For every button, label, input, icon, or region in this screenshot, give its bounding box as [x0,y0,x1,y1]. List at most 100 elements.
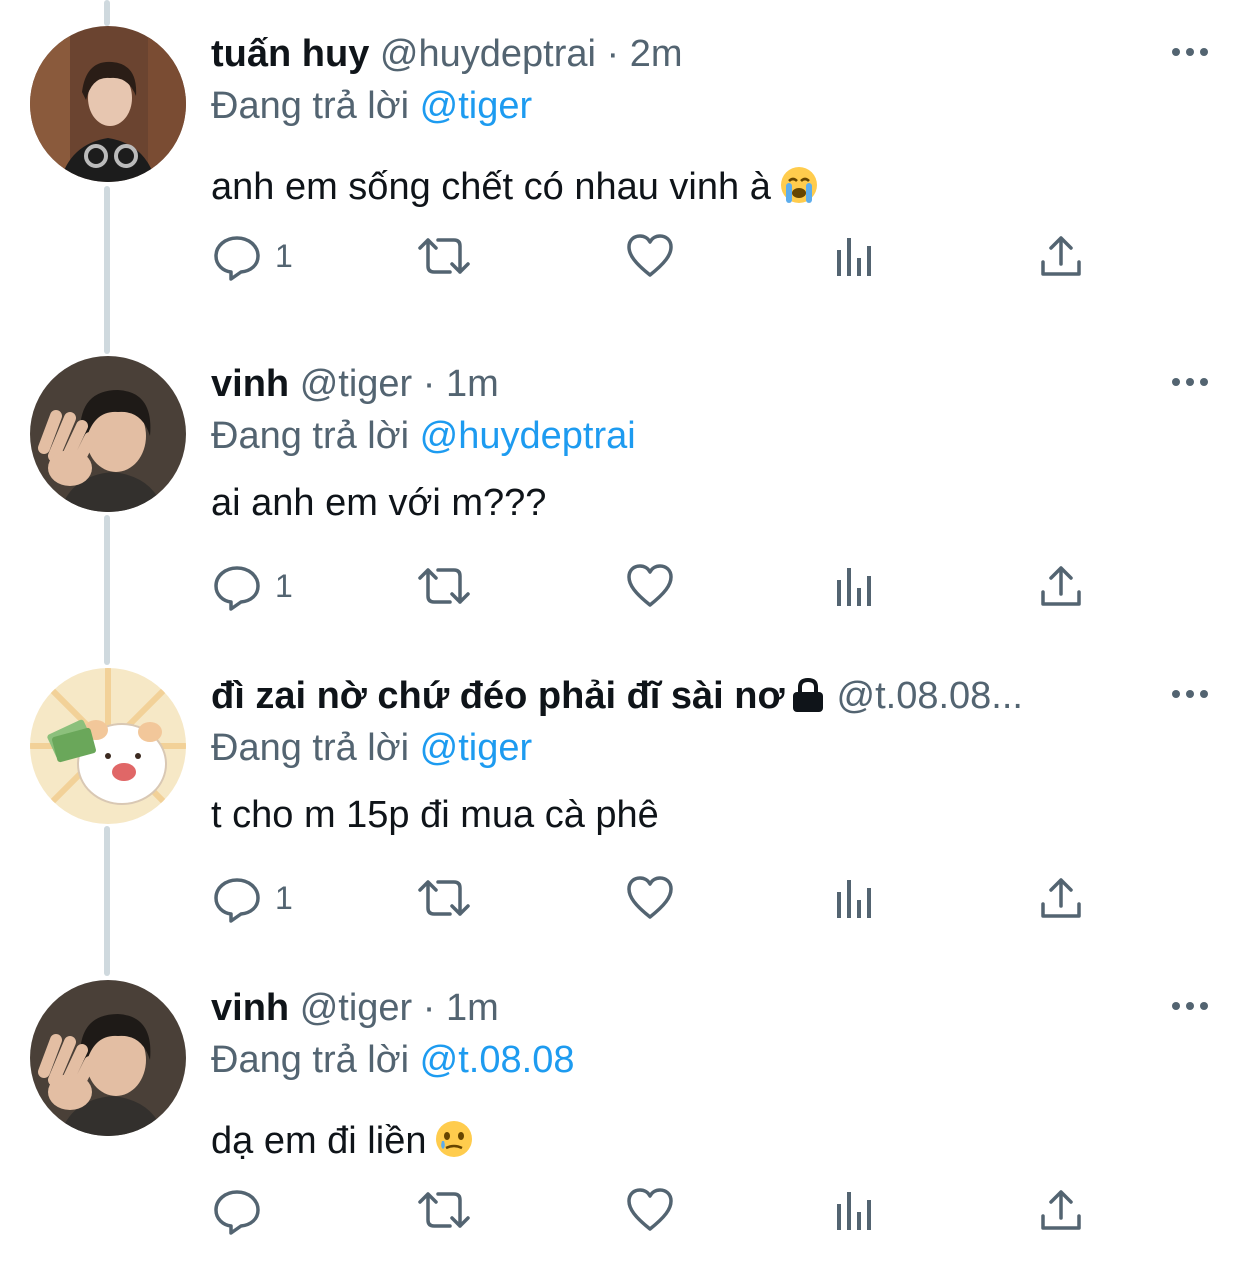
share-icon [1041,878,1081,918]
share-icon [1041,566,1081,606]
reply-count: 1 [275,879,293,916]
tweet[interactable]: tuấn huy @huydeptrai · 2m Đang trả lời @… [0,0,1242,312]
reply-icon [214,566,260,611]
share-button[interactable] [1037,870,1085,926]
reply-button[interactable]: 1 [211,228,293,284]
analytics-button[interactable] [833,228,877,284]
heart-icon [627,564,673,607]
user-handle[interactable]: @tiger [300,987,413,1029]
tweet-text-content: t cho m 15p đi mua cà phê [211,794,659,836]
tweet-actions: 1 [211,228,1111,284]
tweet-actions: 1 [211,870,1111,926]
analytics-button[interactable] [833,558,877,614]
reply-button[interactable]: 1 [211,558,293,614]
tweet-header: vinh @tiger · 1m [211,984,1142,1032]
tweet-header: tuấn huy @huydeptrai · 2m [211,30,1142,78]
face-holding-back-tears-icon [434,1119,474,1172]
tweet-header: vinh @tiger · 1m [211,360,1142,408]
tweet-actions [211,1182,1111,1238]
tweet-text-content: anh em sống chết có nhau vinh à [211,166,771,208]
analytics-icon [837,238,871,276]
replying-to: Đang trả lời @t.08.08 [211,1036,574,1084]
share-button[interactable] [1037,558,1085,614]
analytics-button[interactable] [833,1182,877,1238]
replying-to-label: Đang trả lời [211,85,410,127]
user-handle[interactable]: @t.08.08... [837,675,1023,717]
user-handle[interactable]: @tiger [300,363,413,405]
retweet-button[interactable] [416,1182,472,1238]
retweet-icon [418,238,470,274]
like-button[interactable] [625,228,675,284]
more-options-icon[interactable] [1168,360,1212,404]
display-name[interactable]: tuấn huy [211,33,369,75]
reply-icon [214,236,260,281]
tweet[interactable]: vinh @tiger · 1m Đang trả lời @t.08.08 d… [0,954,1242,1266]
analytics-button[interactable] [833,870,877,926]
avatar[interactable] [30,668,186,824]
reply-to-mention[interactable]: @t.08.08 [420,1039,575,1081]
tweet-text: dạ em đi liền [211,1116,474,1172]
replying-to-label: Đang trả lời [211,415,410,457]
tweet-text-content: ai anh em với m??? [211,482,547,524]
replying-to: Đang trả lời @tiger [211,82,532,130]
tweet-text-content: dạ em đi liền [211,1120,427,1162]
avatar[interactable] [30,26,186,182]
reply-count: 1 [275,237,293,274]
separator-dot: · [422,363,436,405]
analytics-icon [837,568,871,606]
separator-dot: · [606,33,620,75]
replying-to: Đang trả lời @huydeptrai [211,412,636,460]
reply-icon [214,878,260,923]
retweet-button[interactable] [416,870,472,926]
avatar[interactable] [30,356,186,512]
heart-icon [627,1188,673,1231]
avatar[interactable] [30,980,186,1136]
tweet[interactable]: vinh @tiger · 1m Đang trả lời @huydeptra… [0,330,1242,642]
reply-button[interactable]: 1 [211,870,293,926]
user-handle[interactable]: @huydeptrai [380,33,596,75]
retweet-button[interactable] [416,558,472,614]
analytics-icon [837,1192,871,1230]
like-button[interactable] [625,870,675,926]
timestamp[interactable]: 1m [446,363,499,405]
retweet-icon [418,568,470,604]
display-name[interactable]: đì zai nờ chứ đéo phải đĩ sài nơ [211,675,785,717]
reply-to-mention[interactable]: @tiger [420,727,533,769]
retweet-icon [418,880,470,916]
heart-icon [627,234,673,277]
like-button[interactable] [625,1182,675,1238]
share-button[interactable] [1037,228,1085,284]
more-options-icon[interactable] [1168,672,1212,716]
tweet-actions: 1 [211,558,1111,614]
lock-icon [789,677,827,720]
replying-to-label: Đang trả lời [211,1039,410,1081]
reply-to-mention[interactable]: @tiger [420,85,533,127]
tweet-text: anh em sống chết có nhau vinh à [211,162,819,218]
tweet-text: ai anh em với m??? [211,478,546,528]
reply-icon [214,1190,260,1235]
display-name[interactable]: vinh [211,987,289,1029]
timestamp[interactable]: 1m [446,987,499,1029]
share-icon [1041,1190,1081,1230]
analytics-icon [837,880,871,918]
share-icon [1041,236,1081,276]
tweet-text: t cho m 15p đi mua cà phê [211,790,659,840]
retweet-icon [418,1192,470,1228]
more-options-icon[interactable] [1168,30,1212,74]
loudly-crying-face-icon [779,165,819,218]
retweet-button[interactable] [416,228,472,284]
share-button[interactable] [1037,1182,1085,1238]
tweet[interactable]: đì zai nờ chứ đéo phải đĩ sài nơ @t.08.0… [0,642,1242,954]
reply-count: 1 [275,567,293,604]
reply-button[interactable] [211,1182,275,1238]
heart-icon [627,876,673,919]
more-options-icon[interactable] [1168,984,1212,1028]
timestamp[interactable]: 2m [630,33,683,75]
reply-to-mention[interactable]: @huydeptrai [420,415,636,457]
like-button[interactable] [625,558,675,614]
replying-to: Đang trả lời @tiger [211,724,532,772]
display-name[interactable]: vinh [211,363,289,405]
tweet-header: đì zai nờ chứ đéo phải đĩ sài nơ @t.08.0… [211,672,1142,720]
replying-to-label: Đang trả lời [211,727,410,769]
separator-dot: · [422,987,436,1029]
